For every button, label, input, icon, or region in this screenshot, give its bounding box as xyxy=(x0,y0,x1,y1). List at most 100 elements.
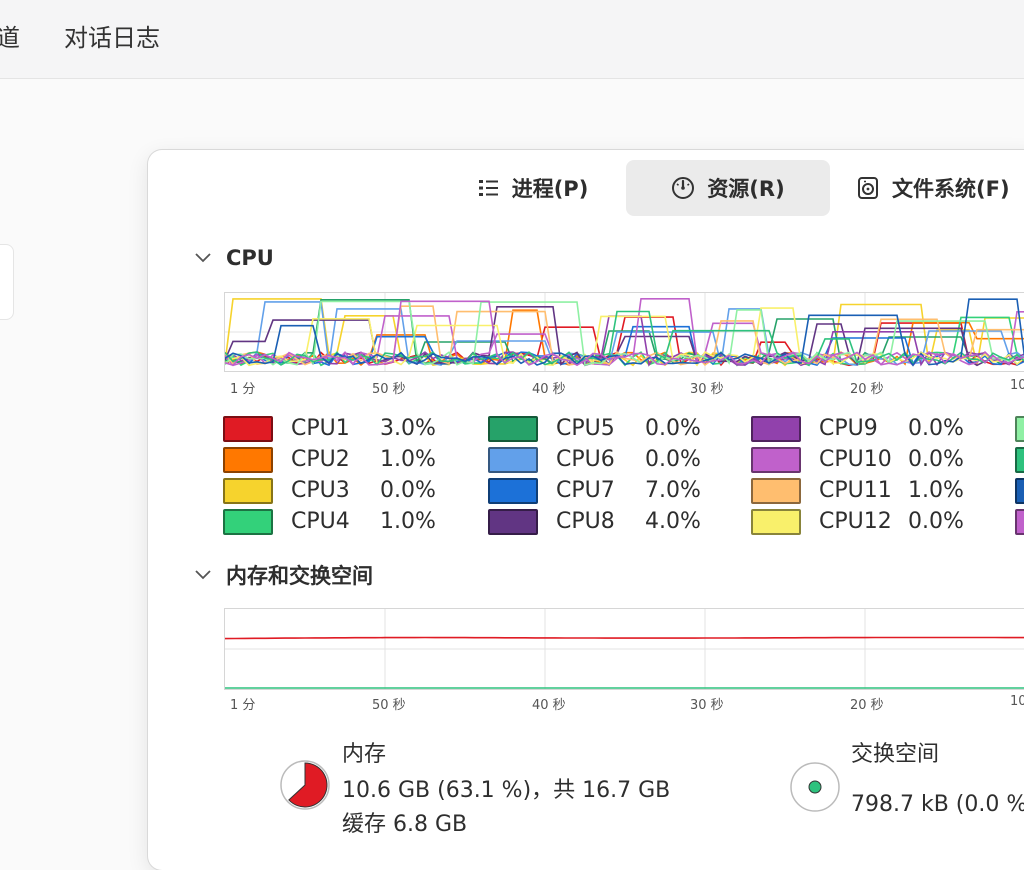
cpu-name: CPU3 xyxy=(291,478,350,503)
swap-label: 交换空间 xyxy=(851,742,940,767)
cpu-name: CPU6 xyxy=(556,447,615,472)
memory-section-header[interactable]: 内存和交换空间 xyxy=(192,560,373,590)
cpu-name: CPU5 xyxy=(556,416,615,441)
cpu-section-title: CPU xyxy=(226,246,274,270)
cpu-time-tick: 20 秒 xyxy=(850,382,884,397)
color-swatch[interactable] xyxy=(223,509,273,535)
cpu-usage: 7.0% xyxy=(645,478,701,503)
cpu-usage: 0.0% xyxy=(908,509,964,534)
color-swatch[interactable] xyxy=(488,509,538,535)
cpu-legend-item[interactable]: CPU7 7.0% xyxy=(488,477,701,505)
color-swatch[interactable] xyxy=(223,447,273,473)
list-icon xyxy=(478,180,498,196)
swap-pie-chart[interactable] xyxy=(788,760,842,814)
color-swatch[interactable] xyxy=(1015,447,1024,473)
cpu-legend-item[interactable]: CPU10 0.0% xyxy=(751,446,964,474)
cpu-usage: 4.0% xyxy=(645,509,701,534)
cpu-name: CPU2 xyxy=(291,447,350,472)
memory-section-title: 内存和交换空间 xyxy=(226,564,373,588)
cpu-name: CPU9 xyxy=(819,416,878,441)
memory-history-graph xyxy=(224,608,1024,690)
cpu-legend-item-partial[interactable] xyxy=(1015,508,1024,536)
cpu-name: CPU10 xyxy=(819,447,892,472)
top-bar: 道 对话日志 xyxy=(0,0,1024,79)
color-swatch[interactable] xyxy=(488,447,538,473)
disk-icon xyxy=(858,177,878,199)
cpu-legend-item-partial[interactable] xyxy=(1015,415,1024,443)
cpu-legend-item[interactable]: CPU3 0.0% xyxy=(223,477,436,505)
color-swatch[interactable] xyxy=(1015,478,1024,504)
cpu-legend-item-partial[interactable] xyxy=(1015,446,1024,474)
cpu-usage: 1.0% xyxy=(380,447,436,472)
color-swatch[interactable] xyxy=(223,416,273,442)
cpu-usage: 1.0% xyxy=(380,509,436,534)
cpu-legend-item[interactable]: CPU5 0.0% xyxy=(488,415,701,443)
cpu-time-tick: 30 秒 xyxy=(690,382,724,397)
color-swatch[interactable] xyxy=(751,416,801,442)
color-swatch[interactable] xyxy=(751,509,801,535)
cpu-section-header[interactable]: CPU xyxy=(192,246,274,270)
memory-time-tick: 1 分 xyxy=(230,698,256,713)
color-swatch[interactable] xyxy=(223,478,273,504)
cpu-name: CPU7 xyxy=(556,478,615,503)
cpu-time-tick: 1 分 xyxy=(230,382,256,397)
memory-label: 内存 xyxy=(342,742,387,767)
swap-usage-text: 798.7 kB (0.0 %) xyxy=(851,792,1024,817)
tab-resources-label: 资源(R) xyxy=(707,177,785,201)
color-swatch[interactable] xyxy=(1015,509,1024,535)
color-swatch[interactable] xyxy=(488,478,538,504)
memory-usage-text: 10.6 GB (63.1 %)，共 16.7 GB xyxy=(342,778,671,803)
cpu-legend-item[interactable]: CPU11 1.0% xyxy=(751,477,964,505)
gauge-icon xyxy=(672,177,695,199)
cpu-legend-item-partial[interactable] xyxy=(1015,477,1024,505)
memory-time-axis: 1 分 50 秒 40 秒 30 秒 20 秒 10 xyxy=(224,694,1024,714)
memory-history-line xyxy=(224,636,1024,640)
cpu-legend-item[interactable]: CPU6 0.0% xyxy=(488,446,701,474)
cpu-legend-item[interactable]: CPU8 4.0% xyxy=(488,508,701,536)
cpu-graph-canvas xyxy=(224,293,1024,371)
cpu-name: CPU1 xyxy=(291,416,350,441)
swap-indicator xyxy=(808,780,822,794)
tab-processes-label: 进程(P) xyxy=(511,177,589,201)
cpu-time-tick: 10 xyxy=(1010,378,1024,393)
tab-resources[interactable]: 资源(R) xyxy=(626,160,830,216)
cpu-legend-item[interactable]: CPU9 0.0% xyxy=(751,415,964,443)
cpu-usage: 1.0% xyxy=(908,478,964,503)
cpu-legend-item[interactable]: CPU12 0.0% xyxy=(751,508,964,536)
cpu-usage: 0.0% xyxy=(645,416,701,441)
tab-file-systems-label: 文件系统(F) xyxy=(892,177,1010,201)
cpu-usage: 0.0% xyxy=(908,447,964,472)
cpu-usage: 3.0% xyxy=(380,416,436,441)
cpu-legend-item[interactable]: CPU4 1.0% xyxy=(223,508,436,536)
cpu-name: CPU12 xyxy=(819,509,892,534)
cpu-name: CPU4 xyxy=(291,509,350,534)
tab-processes[interactable]: 进程(P) xyxy=(458,160,608,216)
memory-pie-chart[interactable] xyxy=(278,758,332,812)
cpu-usage: 0.0% xyxy=(380,478,436,503)
cpu-name: CPU8 xyxy=(556,509,615,534)
color-swatch[interactable] xyxy=(1015,416,1024,442)
memory-time-tick: 30 秒 xyxy=(690,698,724,713)
color-swatch[interactable] xyxy=(751,478,801,504)
cpu-time-axis: 1 分 50 秒 40 秒 30 秒 20 秒 10 xyxy=(224,378,1024,398)
cpu-time-tick: 50 秒 xyxy=(372,382,406,397)
chevron-down-icon xyxy=(195,253,211,263)
chevron-down-icon xyxy=(195,570,211,580)
cpu-legend-item[interactable]: CPU1 3.0% xyxy=(223,415,436,443)
background-card xyxy=(0,244,14,320)
system-monitor-window: 进程(P) 资源(R) 文件系统(F) CPU 1 分 50 秒 40 秒 30… xyxy=(148,150,1024,870)
tab-file-systems[interactable]: 文件系统(F) xyxy=(856,160,1024,216)
cpu-usage: 0.0% xyxy=(908,416,964,441)
cpu-history-graph xyxy=(224,292,1024,372)
cpu-legend-item[interactable]: CPU2 1.0% xyxy=(223,446,436,474)
memory-time-tick: 20 秒 xyxy=(850,698,884,713)
cpu-time-tick: 40 秒 xyxy=(532,382,566,397)
color-swatch[interactable] xyxy=(751,447,801,473)
memory-graph-canvas xyxy=(224,609,1024,689)
memory-time-tick: 50 秒 xyxy=(372,698,406,713)
top-tab-partial[interactable]: 道 xyxy=(0,18,20,53)
cpu-usage: 0.0% xyxy=(645,447,701,472)
memory-time-tick: 40 秒 xyxy=(532,698,566,713)
color-swatch[interactable] xyxy=(488,416,538,442)
top-tab-chat-log[interactable]: 对话日志 xyxy=(64,18,160,53)
